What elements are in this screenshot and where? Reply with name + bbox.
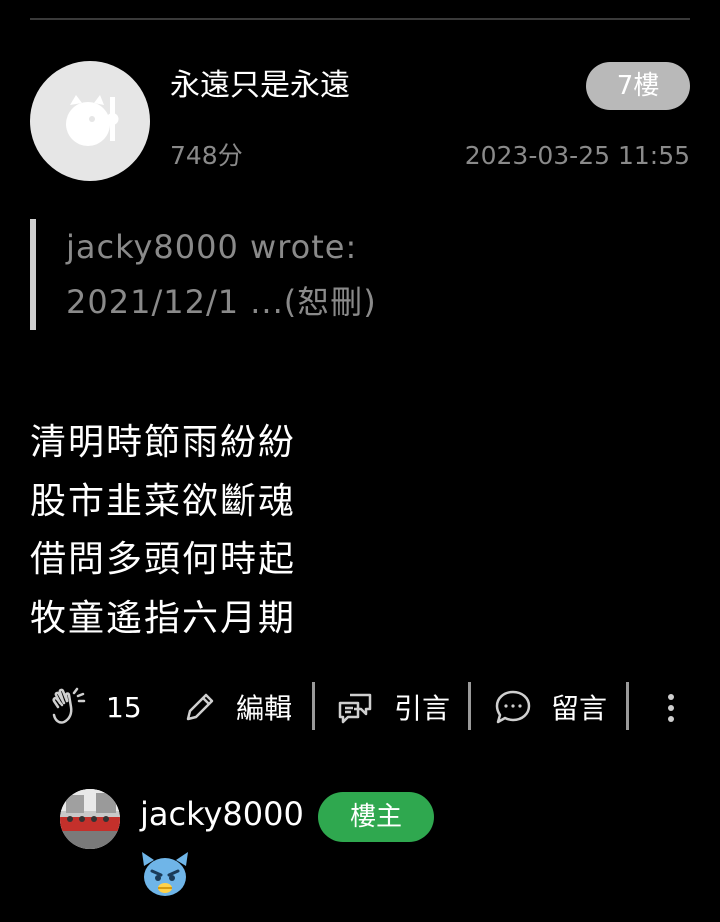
floor-badge: 7樓 — [586, 62, 690, 110]
angry-cat-emoji-icon — [138, 850, 192, 900]
quote-block: jacky8000 wrote: 2021/12/1 ...(恕刪) — [30, 219, 636, 330]
action-separator — [312, 682, 315, 730]
post-body: 清明時節雨紛紛 股市韭菜欲斷魂 借問多頭何時起 牧童遙指六月期 — [30, 414, 296, 648]
post-body-line: 牧童遙指六月期 — [30, 597, 297, 639]
user-avatar[interactable] — [30, 61, 150, 181]
comment-button[interactable]: 留言 — [493, 682, 607, 732]
edit-button[interactable]: 編輯 — [182, 682, 292, 732]
author-photo — [60, 789, 120, 849]
edit-label: 編輯 — [236, 692, 293, 725]
quote-excerpt: 2021/12/1 ...(恕刪) — [66, 283, 377, 321]
like-button[interactable]: 15 — [50, 682, 142, 732]
action-separator — [626, 682, 629, 730]
speech-bubbles-icon — [338, 693, 372, 724]
user-points: 748分 — [170, 141, 243, 170]
thread-owner-badge: 樓主 — [318, 792, 434, 842]
clap-icon — [52, 687, 86, 724]
reply-author-name[interactable]: jacky8000 — [140, 793, 304, 835]
author-avatar[interactable] — [60, 789, 120, 849]
more-vertical-icon[interactable] — [660, 690, 680, 726]
quote-label: 引言 — [394, 692, 451, 725]
top-divider — [30, 18, 690, 20]
post-body-line: 借問多頭何時起 — [30, 539, 297, 580]
action-separator — [468, 682, 471, 730]
comment-label: 留言 — [551, 692, 608, 725]
like-count: 15 — [106, 690, 142, 724]
post-username[interactable]: 永遠只是永遠 — [170, 66, 350, 106]
pencil-icon — [186, 693, 214, 721]
default-avatar-icon — [66, 95, 119, 146]
quote-button[interactable]: 引言 — [336, 682, 450, 732]
post-body-line: 清明時節雨紛紛 — [30, 422, 297, 463]
post-body-line: 股市韭菜欲斷魂 — [30, 480, 297, 522]
chat-bubble-icon — [495, 690, 531, 724]
quote-author: jacky8000 wrote: — [66, 228, 358, 266]
post-timestamp: 2023-03-25 11:55 — [464, 141, 690, 170]
